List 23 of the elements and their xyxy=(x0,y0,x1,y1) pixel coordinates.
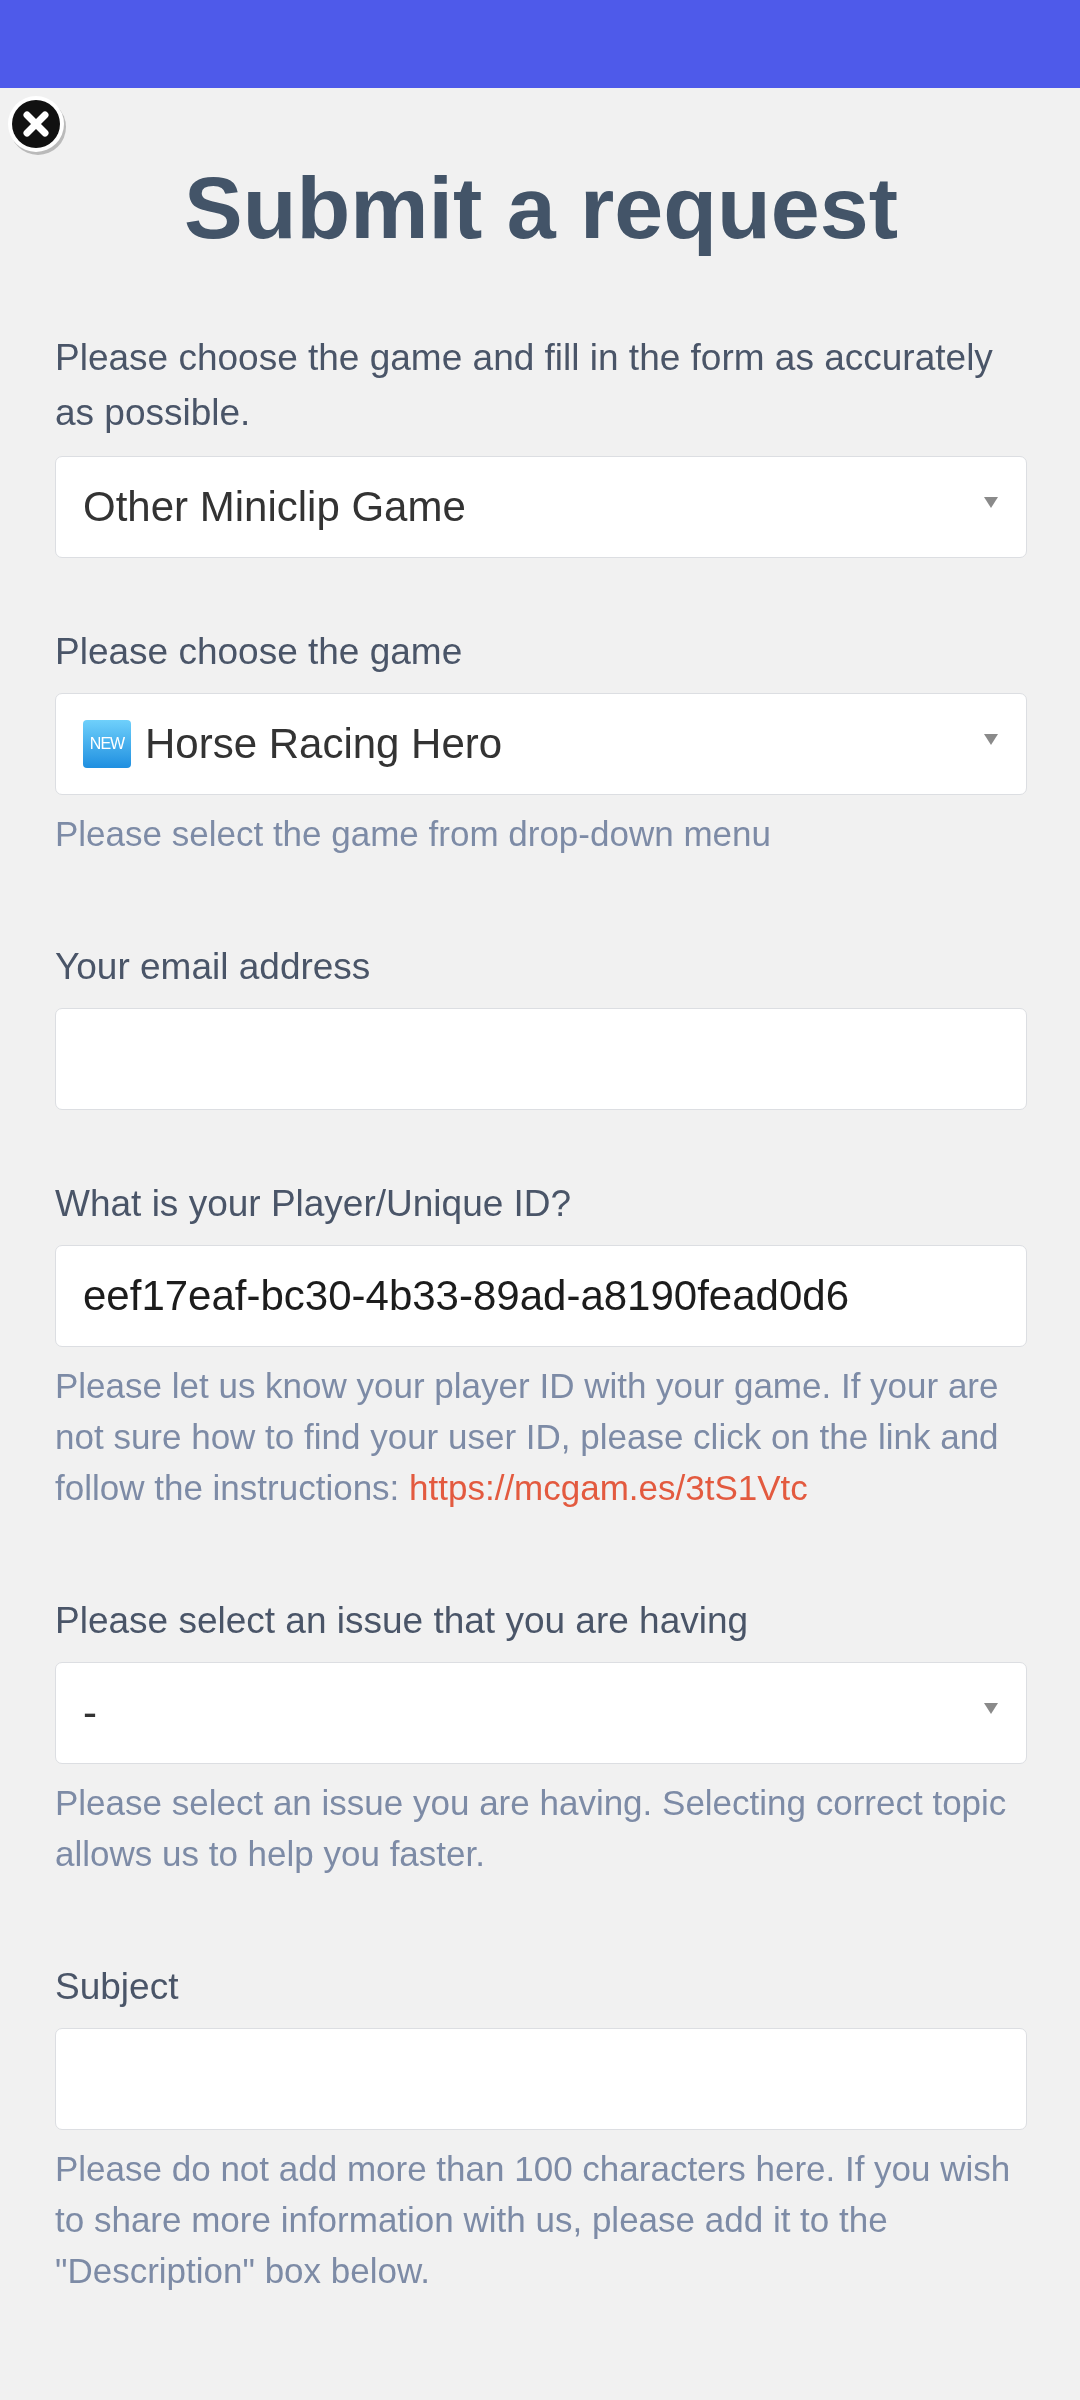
field-label: Please select an issue that you are having xyxy=(55,1599,750,1643)
text-field[interactable]: eef17eaf-bc30-4b33-89ad-a8190fead0d6 xyxy=(55,1245,1027,1347)
text-field[interactable] xyxy=(55,1008,1027,1110)
field-label: Your email address xyxy=(55,945,372,989)
close-icon xyxy=(6,94,68,156)
field-label: Please choose the game xyxy=(55,630,464,674)
dropdown[interactable]: NEW Horse Racing Hero xyxy=(55,693,1027,795)
dropdown[interactable]: - xyxy=(55,1662,1027,1764)
field-label: Subject xyxy=(55,1965,180,2009)
page-title: Submit a request xyxy=(183,157,899,258)
hint-text: Please select an issue you are having. Selecting correct topic allows us to help you faster. xyxy=(55,1782,1008,1875)
close-button[interactable] xyxy=(6,94,68,156)
hint-text: Please select the game from drop-down menu xyxy=(55,813,772,855)
caret-icon xyxy=(984,1702,998,1714)
dropdown[interactable]: Other Miniclip Game xyxy=(55,456,1027,558)
caret-icon xyxy=(984,733,998,745)
field-label: What is your Player/Unique ID? xyxy=(55,1182,573,1226)
intro-text: Please choose the game and fill in the form as accurately as possible. xyxy=(55,336,994,435)
hint-text: Please do not add more than 100 characters here. If you wish to share more information with us, please add it to the "Description" box below. xyxy=(55,2148,1012,2292)
caret-icon xyxy=(984,496,998,508)
new-badge: NEW xyxy=(83,720,131,768)
text-field[interactable] xyxy=(55,2028,1027,2130)
hint-text: Please let us know your player ID with your game. If your are not sure how to find your user ID, please click on the link and follow the instructions: https://mcgam.es/3tS1Vtc xyxy=(55,1365,1000,1509)
